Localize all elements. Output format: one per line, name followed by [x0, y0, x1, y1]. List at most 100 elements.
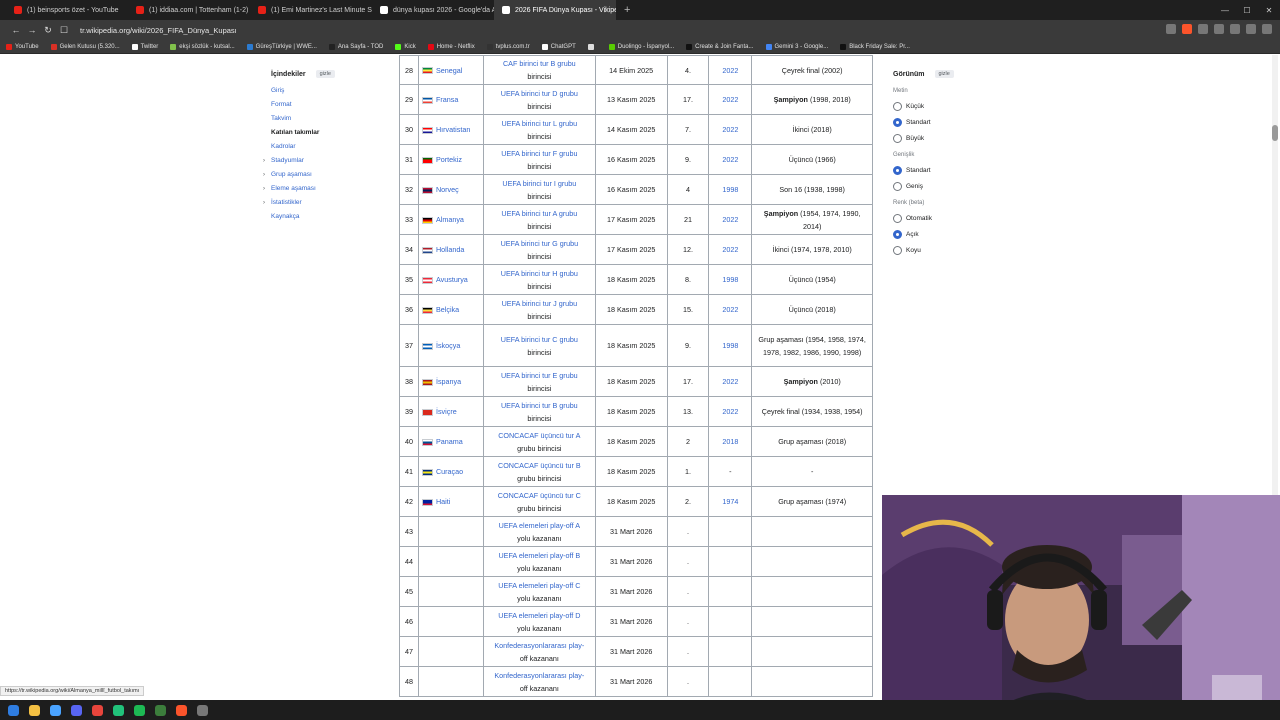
team-link[interactable]: İsviçre: [436, 407, 457, 416]
brave-shield-icon[interactable]: [1182, 24, 1192, 34]
team-link[interactable]: Fransa: [436, 95, 458, 104]
app-icon[interactable]: [155, 704, 166, 716]
toc-item[interactable]: › Stadyumlar: [263, 154, 391, 168]
qualification-link[interactable]: UEFA birinci tur C grubu: [501, 335, 578, 344]
team-link[interactable]: Panama: [436, 437, 463, 446]
appearance-radio-option[interactable]: Otomatik: [893, 210, 1013, 226]
bookmark-item[interactable]: YouTube: [6, 43, 39, 50]
browser-tab[interactable]: (1) iddiaa.com | Tottenham (1-2) Live: [128, 0, 250, 20]
bookmark-item[interactable]: Gelen Kutusu (5.320...: [50, 43, 120, 50]
team-link[interactable]: Belçika: [436, 305, 459, 314]
minimize-icon[interactable]: —: [1214, 0, 1236, 20]
appearance-radio-option[interactable]: Standart: [893, 162, 1013, 178]
last-appearance-link[interactable]: 1998: [722, 185, 738, 194]
radio-button-icon[interactable]: [893, 101, 902, 111]
appearance-radio-option[interactable]: Koyu: [893, 242, 1013, 258]
radio-button-icon[interactable]: [893, 245, 902, 255]
scrollbar-thumb[interactable]: [1272, 125, 1278, 141]
toc-item[interactable]: › Grup aşaması: [263, 168, 391, 182]
app-icon[interactable]: [50, 704, 61, 716]
team-link[interactable]: İskoçya: [436, 341, 460, 350]
browser-tab[interactable]: (1) Emi Martinez's Last Minute Save: [250, 0, 372, 20]
appearance-radio-option[interactable]: Küçük: [893, 98, 1013, 114]
extension-icon[interactable]: [1214, 24, 1224, 34]
qualification-link[interactable]: UEFA birinci tur A grubu: [501, 209, 577, 218]
last-appearance-link[interactable]: 2022: [722, 95, 738, 104]
qualification-link[interactable]: UEFA birinci tur D grubu: [501, 89, 578, 98]
new-tab-button[interactable]: +: [616, 4, 638, 16]
windows-start-icon[interactable]: [8, 704, 19, 716]
toc-hide-button[interactable]: gizle: [315, 70, 335, 78]
app-icon[interactable]: [197, 704, 208, 716]
toc-item[interactable]: Format: [271, 98, 391, 112]
qualification-link[interactable]: CAF birinci tur B grubu: [503, 59, 576, 68]
team-link[interactable]: Avusturya: [436, 275, 468, 284]
bookmark-item[interactable]: ekşi sözlük - kutsal...: [170, 43, 235, 50]
bookmark-icon[interactable]: ☐: [56, 25, 72, 36]
bookmark-item[interactable]: tvplus.com.tr: [486, 43, 530, 50]
last-appearance-link[interactable]: 2022: [722, 407, 738, 416]
radio-button-icon[interactable]: [893, 165, 902, 175]
bookmark-item[interactable]: Ana Sayfa - TOD: [328, 43, 383, 50]
app-icon[interactable]: [113, 704, 124, 716]
qualification-link[interactable]: UEFA birinci tur I grubu: [502, 179, 576, 188]
team-link[interactable]: Almanya: [436, 215, 464, 224]
bookmark-item[interactable]: [587, 43, 597, 50]
bookmark-item[interactable]: Gemini 3 - Google...: [765, 43, 828, 50]
team-link[interactable]: Senegal: [436, 66, 462, 75]
back-icon[interactable]: ←: [8, 25, 24, 35]
qualification-link[interactable]: UEFA birinci tur H grubu: [501, 269, 578, 278]
menu-icon[interactable]: [1262, 24, 1272, 34]
qualification-link[interactable]: UEFA elemeleri play-off B: [498, 551, 580, 560]
last-appearance-link[interactable]: 2022: [722, 245, 738, 254]
url-field[interactable]: tr.wikipedia.org/wiki/2026_FIFA_Dünya_Ku…: [80, 26, 237, 35]
close-tab-icon[interactable]: ✕: [603, 6, 610, 15]
qualification-link[interactable]: CONCACAF üçüncü tur C: [498, 491, 581, 500]
last-appearance-link[interactable]: 1998: [722, 341, 738, 350]
browser-tab[interactable]: dünya kupası 2026 - Google'da Ara: [372, 0, 494, 20]
radio-button-icon[interactable]: [893, 117, 902, 127]
appearance-hide-button[interactable]: gizle: [934, 70, 954, 78]
bookmark-item[interactable]: GüreşTürkiye | WWE...: [246, 43, 317, 50]
team-link[interactable]: Norveç: [436, 185, 459, 194]
bookmark-item[interactable]: Kick: [395, 43, 416, 50]
toc-item[interactable]: › Eleme aşaması: [263, 182, 391, 196]
last-appearance-link[interactable]: 2022: [722, 125, 738, 134]
chevron-right-icon[interactable]: ›: [263, 182, 265, 196]
extension-icon[interactable]: [1230, 24, 1240, 34]
last-appearance-link[interactable]: 2022: [722, 215, 738, 224]
radio-button-icon[interactable]: [893, 133, 902, 143]
appearance-radio-option[interactable]: Büyük: [893, 130, 1013, 146]
qualification-link[interactable]: UEFA birinci tur F grubu: [501, 149, 577, 158]
qualification-link[interactable]: UEFA birinci tur G grubu: [501, 239, 579, 248]
bookmark-item[interactable]: Home - Netflix: [427, 43, 475, 50]
browser-tab[interactable]: 2026 FIFA Dünya Kupası - Vikipe ✕: [494, 0, 616, 20]
team-link[interactable]: İspanya: [436, 377, 461, 386]
forward-icon[interactable]: →: [24, 25, 40, 35]
toc-item[interactable]: › İstatistikler: [263, 196, 391, 210]
radio-button-icon[interactable]: [893, 229, 902, 239]
qualification-link[interactable]: UEFA birinci tur B grubu: [501, 401, 578, 410]
last-appearance-link[interactable]: 2022: [722, 155, 738, 164]
discord-icon[interactable]: [71, 704, 82, 716]
maximize-icon[interactable]: ☐: [1236, 0, 1258, 20]
qualification-link[interactable]: UEFA elemeleri play-off A: [499, 521, 580, 530]
last-appearance-link[interactable]: 2022: [722, 66, 738, 75]
qualification-link[interactable]: CONCACAF üçüncü tur B: [498, 461, 581, 470]
team-link[interactable]: Curaçao: [436, 467, 463, 476]
qualification-link[interactable]: UEFA birinci tur L grubu: [502, 119, 578, 128]
brave-icon[interactable]: [176, 704, 187, 716]
last-appearance-link[interactable]: 2022: [722, 377, 738, 386]
bookmark-item[interactable]: Create & Join Fanta...: [686, 43, 754, 50]
qualification-link[interactable]: CONCACAF üçüncü tur A: [498, 431, 580, 440]
chevron-right-icon[interactable]: ›: [263, 168, 265, 182]
radio-button-icon[interactable]: [893, 213, 902, 223]
bookmark-item[interactable]: Black Friday Sale: Pr...: [840, 43, 910, 50]
qualification-link[interactable]: UEFA birinci tur E grubu: [501, 371, 578, 380]
toc-item[interactable]: Kadrolar: [271, 140, 391, 154]
chevron-right-icon[interactable]: ›: [263, 154, 265, 168]
team-link[interactable]: Hollanda: [436, 245, 464, 254]
browser-tab[interactable]: (1) beinsports özet - YouTube: [6, 0, 128, 20]
chrome-icon[interactable]: [92, 704, 103, 716]
sidebar-icon[interactable]: [1246, 24, 1256, 34]
